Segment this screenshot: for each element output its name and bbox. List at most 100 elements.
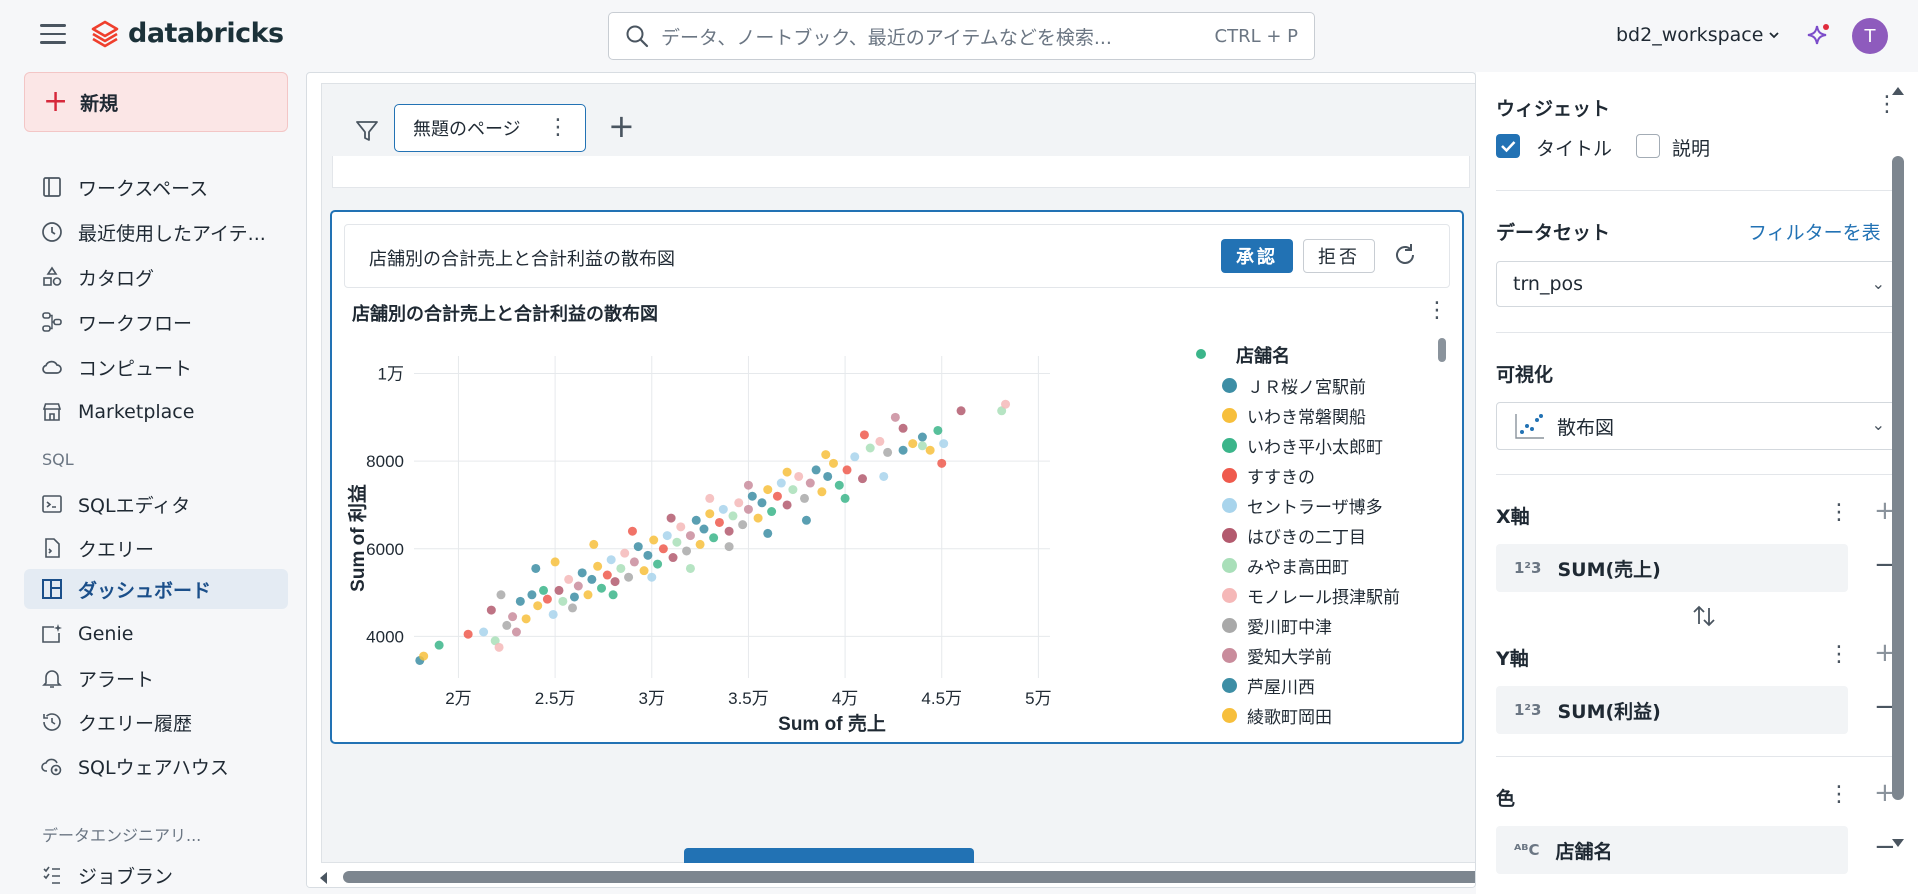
scatter-point[interactable] [834, 480, 844, 490]
scroll-up-icon[interactable] [1890, 84, 1906, 96]
color-kebab-icon[interactable]: ⋮ [1828, 784, 1850, 806]
add-page-button[interactable]: + [608, 110, 635, 142]
scatter-point[interactable] [508, 612, 518, 622]
x-axis-field[interactable]: 1²3 SUM(売上) [1496, 544, 1848, 592]
scatter-point[interactable] [564, 574, 574, 584]
scatter-point[interactable] [724, 542, 734, 552]
scatter-point[interactable] [597, 583, 607, 593]
scatter-point[interactable] [799, 493, 809, 503]
reject-button[interactable]: 拒否 [1303, 239, 1375, 273]
horizontal-scrollbar[interactable] [307, 863, 1475, 887]
tab-untitled-page[interactable]: 無題のページ ⋮ [394, 104, 586, 152]
scatter-point[interactable] [658, 544, 668, 554]
scatter-point[interactable] [610, 577, 620, 587]
title-checkbox[interactable] [1496, 134, 1520, 158]
scatter-point[interactable] [939, 439, 949, 449]
scatter-point[interactable] [788, 485, 798, 495]
refresh-icon[interactable] [1391, 241, 1419, 269]
legend-item[interactable]: すすきの [1222, 462, 1315, 488]
scatter-point[interactable] [583, 590, 593, 600]
scatter-point[interactable] [691, 515, 701, 525]
scatter-point[interactable] [875, 436, 885, 446]
legend-scrollbar[interactable] [1438, 338, 1446, 362]
sidebar-item-compute[interactable]: コンピュート [24, 347, 288, 387]
scatter-point[interactable] [738, 520, 748, 530]
scatter-point[interactable] [616, 563, 626, 573]
sidebar-item-recents[interactable]: 最近使用したアイテ... [24, 212, 288, 252]
scatter-point[interactable] [699, 524, 709, 534]
scatter-point[interactable] [479, 627, 489, 637]
scatter-point[interactable] [666, 513, 676, 523]
scatter-point[interactable] [850, 452, 860, 462]
new-button[interactable]: + 新規 [24, 72, 288, 132]
scatter-point[interactable] [933, 425, 943, 435]
legend-item[interactable]: いわき平小太郎町 [1222, 432, 1383, 458]
scatter-point[interactable] [633, 542, 643, 552]
scatter-point[interactable] [917, 432, 927, 442]
scroll-down-icon[interactable] [1890, 838, 1906, 850]
scatter-point[interactable] [676, 522, 686, 532]
scatter-point[interactable] [511, 627, 521, 637]
scatter-point[interactable] [593, 561, 603, 571]
hamburger-menu-icon[interactable] [40, 24, 66, 46]
scatter-point[interactable] [620, 548, 630, 558]
scatter-point[interactable] [606, 555, 616, 565]
legend-item[interactable]: はびきの二丁目 [1222, 522, 1366, 548]
scatter-point[interactable] [865, 443, 875, 453]
scatter-point[interactable] [542, 594, 552, 604]
scatter-point[interactable] [1001, 399, 1011, 409]
legend-item[interactable]: 芦屋川西 [1222, 672, 1315, 698]
scatter-point[interactable] [767, 507, 777, 517]
description-checkbox[interactable] [1636, 134, 1660, 158]
scatter-point[interactable] [685, 563, 695, 573]
scatter-point[interactable] [743, 504, 753, 514]
scatter-point[interactable] [859, 430, 869, 440]
assistant-sparkle-icon[interactable] [1804, 22, 1832, 50]
legend-item[interactable]: セントラーザ博多 [1222, 492, 1383, 518]
sidebar-item-job-runs[interactable]: ジョブラン [24, 855, 288, 894]
scatter-point[interactable] [647, 572, 657, 582]
scatter-point[interactable] [757, 498, 767, 508]
legend-item[interactable]: 愛川町中津 [1222, 612, 1332, 638]
scatter-point[interactable] [763, 485, 773, 495]
scatter-point[interactable] [811, 465, 821, 475]
scatter-point[interactable] [724, 526, 734, 536]
previous-widget[interactable] [332, 156, 1470, 188]
scatter-point[interactable] [898, 445, 908, 455]
scatter-point[interactable] [531, 563, 541, 573]
show-filters-link[interactable]: フィルターを表 [1748, 218, 1881, 245]
scatter-widget[interactable]: 店舗別の合計売上と合計利益の散布図 承認 拒否 店舗別の合計売上と合計利益の散布… [330, 210, 1464, 744]
scatter-point[interactable] [627, 526, 637, 536]
sidebar-item-marketplace[interactable]: Marketplace [24, 392, 288, 432]
scatter-point[interactable] [548, 609, 558, 619]
sidebar-item-genie[interactable]: Genie [24, 614, 288, 654]
dataset-select[interactable]: trn_pos ⌄ [1496, 261, 1896, 307]
scatter-point[interactable] [527, 590, 537, 600]
scatter-point[interactable] [714, 517, 724, 527]
scatter-point[interactable] [782, 500, 792, 510]
scatter-point[interactable] [772, 491, 782, 501]
y-axis-kebab-icon[interactable]: ⋮ [1828, 644, 1850, 666]
visualization-select[interactable]: 散布図 ⌄ [1496, 402, 1896, 450]
scatter-point[interactable] [434, 640, 444, 650]
scatter-point[interactable] [917, 441, 927, 451]
scatter-point[interactable] [883, 447, 893, 457]
scatter-point[interactable] [805, 478, 815, 488]
scatter-point[interactable] [821, 450, 831, 460]
scatter-point[interactable] [643, 550, 653, 560]
sidebar-item-query-history[interactable]: クエリー履歴 [24, 702, 288, 742]
scatter-point[interactable] [624, 572, 634, 582]
scatter-point[interactable] [653, 559, 663, 569]
scatter-point[interactable] [589, 539, 599, 549]
scatter-point[interactable] [554, 585, 564, 595]
scatter-point[interactable] [695, 539, 705, 549]
legend-item[interactable]: いわき常磐関船 [1222, 402, 1366, 428]
scatter-point[interactable] [550, 557, 560, 567]
scatter-point[interactable] [682, 546, 692, 556]
scroll-left-icon[interactable] [317, 871, 331, 885]
scatter-point[interactable] [569, 592, 579, 602]
y-axis-field[interactable]: 1²3 SUM(利益) [1496, 686, 1848, 734]
scatter-point[interactable] [705, 509, 715, 519]
scatter-point[interactable] [685, 531, 695, 541]
scatter-point[interactable] [925, 445, 935, 455]
